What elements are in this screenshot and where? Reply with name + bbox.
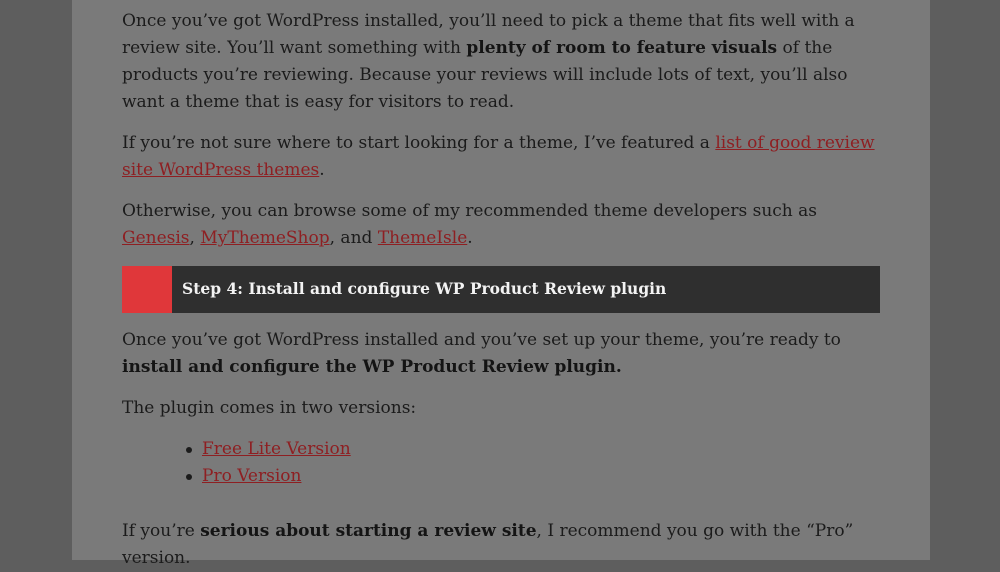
free-lite-version-link[interactable]: Free Lite Version <box>202 439 351 459</box>
paragraph-plugin-intro: Once you’ve got WordPress installed and … <box>122 327 880 381</box>
paragraph-bold-text: plenty of room to feature visuals <box>466 38 778 58</box>
list-item: Free Lite Version <box>186 436 351 463</box>
paragraph-bold-text: serious about starting a review site <box>200 521 537 541</box>
paragraph-recommendation: If you’re serious about starting a revie… <box>122 518 880 572</box>
paragraph-text: . <box>319 160 325 180</box>
paragraph-plugin-versions: The plugin comes in two versions: <box>122 398 417 418</box>
mythemeshop-link[interactable]: MyThemeShop <box>200 228 329 248</box>
themeisle-link[interactable]: ThemeIsle <box>378 228 467 248</box>
paragraph-text: If you’re not sure where to start lookin… <box>122 133 716 153</box>
pro-version-link[interactable]: Pro Version <box>202 466 301 486</box>
step-heading-title: Step 4: Install and configure WP Product… <box>182 279 667 298</box>
step-accent-block <box>122 266 172 313</box>
paragraph-theme-developers: Otherwise, you can browse some of my rec… <box>122 198 822 252</box>
paragraph-text: Once you’ve got WordPress installed and … <box>122 330 841 350</box>
paragraph-text: . <box>467 228 473 248</box>
list-item: Pro Version <box>186 463 351 490</box>
versions-list: Free Lite Version Pro Version <box>186 436 351 490</box>
bullet-icon <box>186 474 192 480</box>
paragraph-bold-text: install and configure the WP Product Rev… <box>122 357 622 377</box>
bullet-icon <box>186 447 192 453</box>
paragraph-text: Otherwise, you can browse some of my rec… <box>122 201 817 221</box>
paragraph-theme-intro: Once you’ve got WordPress installed, you… <box>122 8 880 116</box>
separator-text: , and <box>329 228 378 248</box>
paragraph-text: If you’re <box>122 521 201 541</box>
step-heading-banner: Step 4: Install and configure WP Product… <box>122 266 880 313</box>
separator-text: , <box>189 228 201 248</box>
genesis-link[interactable]: Genesis <box>122 228 190 248</box>
paragraph-theme-list: If you’re not sure where to start lookin… <box>122 130 880 184</box>
